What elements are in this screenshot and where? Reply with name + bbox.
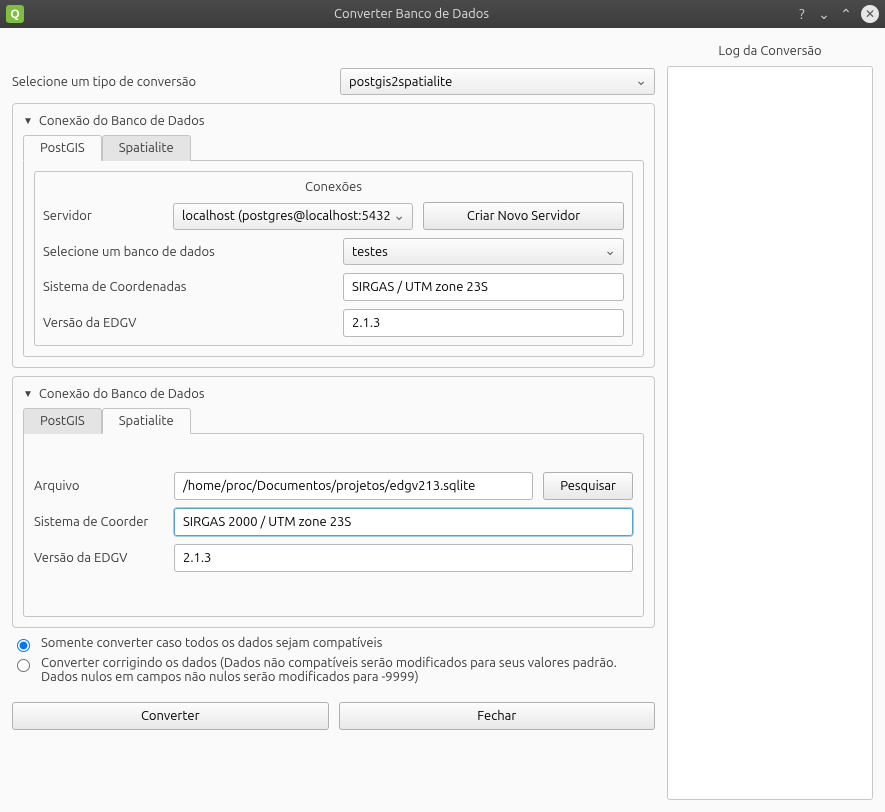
window-title: Converter Banco de Dados (32, 7, 791, 21)
chevron-down-icon: ▼ (23, 388, 33, 400)
close-icon[interactable]: ✕ (861, 5, 879, 23)
browse-button[interactable]: Pesquisar (543, 472, 633, 500)
conversion-type-select[interactable]: postgis2spatialite (340, 68, 655, 95)
edgv-input[interactable] (343, 309, 624, 337)
convert-button[interactable]: Converter (12, 702, 329, 730)
conversion-type-label: Selecione um tipo de conversão (12, 75, 330, 89)
radio-compatible-label: Somente converter caso todos os dados se… (41, 636, 382, 650)
edgv-label-target: Versão da EDGV (34, 551, 164, 565)
tab-postgis-target[interactable]: PostGIS (23, 408, 102, 434)
file-label: Arquivo (34, 479, 164, 493)
file-input[interactable] (174, 472, 533, 500)
tab-postgis[interactable]: PostGIS (23, 135, 102, 161)
radio-fix-data[interactable] (17, 659, 30, 672)
crs-label-target: Sistema de Coorder (34, 515, 164, 529)
target-db-group: ▼ Conexão do Banco de Dados PostGIS Spat… (12, 376, 655, 628)
maximize-icon[interactable]: ⌃ (835, 3, 857, 25)
log-title: Log da Conversão (667, 40, 873, 66)
connections-title: Conexões (43, 180, 624, 194)
target-db-title: Conexão do Banco de Dados (39, 387, 205, 401)
server-select[interactable]: localhost (postgres@localhost:5432) (173, 203, 413, 230)
close-button[interactable]: Fechar (339, 702, 656, 730)
radio-compatible-only[interactable] (17, 639, 30, 652)
tab-spatialite-target[interactable]: Spatialite (102, 408, 191, 434)
chevron-down-icon: ▼ (23, 115, 33, 127)
minimize-icon[interactable]: ⌄ (813, 3, 835, 25)
conversion-options: Somente converter caso todos os dados se… (12, 636, 655, 688)
edgv-label: Versão da EDGV (43, 316, 333, 330)
source-db-toggle[interactable]: ▼ Conexão do Banco de Dados (23, 114, 644, 128)
source-db-title: Conexão do Banco de Dados (39, 114, 205, 128)
tab-spatialite[interactable]: Spatialite (102, 135, 191, 161)
source-db-group: ▼ Conexão do Banco de Dados PostGIS Spat… (12, 103, 655, 368)
server-label: Servidor (43, 209, 163, 223)
database-select[interactable]: testes (343, 238, 624, 265)
edgv-input-target[interactable] (174, 544, 633, 572)
target-tabpanel: Arquivo Pesquisar Sistema de Coorder Ver… (23, 433, 644, 617)
app-icon: Q (6, 5, 24, 23)
target-db-toggle[interactable]: ▼ Conexão do Banco de Dados (23, 387, 644, 401)
crs-input-target[interactable] (174, 508, 633, 536)
create-server-button[interactable]: Criar Novo Servidor (423, 202, 624, 230)
select-db-label: Selecione um banco de dados (43, 245, 333, 259)
log-textarea[interactable] (667, 66, 873, 800)
crs-input[interactable] (343, 273, 624, 301)
crs-label: Sistema de Coordenadas (43, 280, 333, 294)
radio-fix-label: Converter corrigindo os dados (Dados não… (41, 656, 655, 684)
source-tabpanel: Conexões Servidor localhost (postgres@lo… (23, 160, 644, 357)
titlebar: Q Converter Banco de Dados ? ⌄ ⌃ ✕ (0, 0, 885, 28)
help-icon[interactable]: ? (791, 3, 813, 25)
